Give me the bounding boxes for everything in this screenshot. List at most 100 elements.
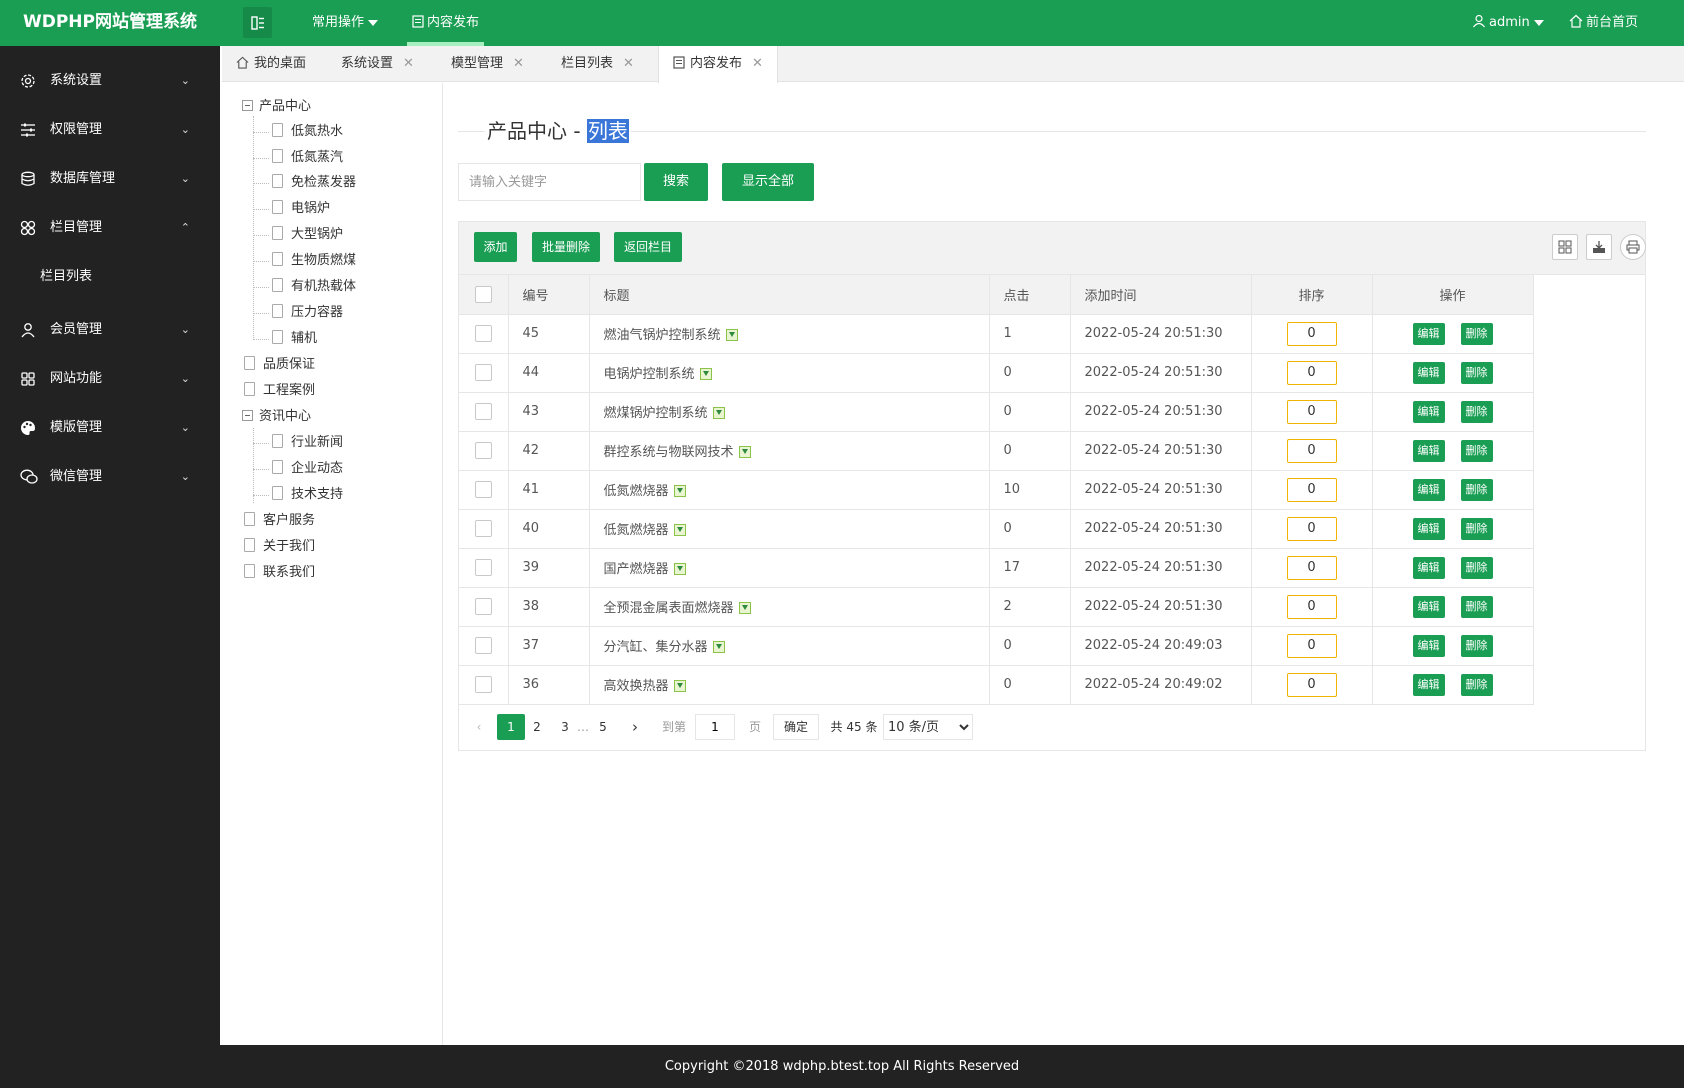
close-icon[interactable]: ✕ <box>623 56 634 71</box>
sort-input[interactable] <box>1286 438 1337 463</box>
tree-node[interactable]: 大型锅炉 <box>272 225 343 245</box>
tab-model-management[interactable]: 模型管理 ✕ <box>451 46 524 82</box>
close-icon[interactable]: ✕ <box>752 56 763 71</box>
sidebar-item-permissions[interactable]: 权限管理 ⌄ <box>0 105 220 154</box>
edit-button[interactable]: 编辑 <box>1412 439 1445 462</box>
edit-button[interactable]: 编辑 <box>1412 595 1445 618</box>
row-checkbox[interactable] <box>474 637 492 654</box>
columns-filter-icon[interactable] <box>1552 234 1578 260</box>
page-2[interactable]: 2 <box>527 714 547 740</box>
sidebar-item-site-functions[interactable]: 网站功能 ⌄ <box>0 354 220 403</box>
sidebar-item-wechat[interactable]: 微信管理 ⌄ <box>0 452 220 501</box>
col-header-title[interactable]: 标题 <box>589 275 990 315</box>
row-checkbox[interactable] <box>474 364 492 381</box>
row-checkbox[interactable] <box>474 403 492 420</box>
sidebar-item-members[interactable]: 会员管理 ⌄ <box>0 305 220 354</box>
search-button[interactable]: 搜索 <box>644 163 708 201</box>
back-to-columns-button[interactable]: 返回栏目 <box>614 232 682 262</box>
collapse-icon[interactable] <box>242 410 253 421</box>
sort-input[interactable] <box>1286 672 1337 697</box>
title-link[interactable]: 群控系统与物联网技术 <box>604 445 734 460</box>
col-header-id[interactable]: 编号 <box>508 275 590 315</box>
delete-button[interactable]: 删除 <box>1460 556 1493 579</box>
sort-input[interactable] <box>1286 477 1337 502</box>
per-page-select[interactable]: 10 条/页 <box>883 714 973 740</box>
delete-button[interactable]: 删除 <box>1460 322 1493 345</box>
edit-button[interactable]: 编辑 <box>1412 322 1445 345</box>
prev-page-icon[interactable]: ‹ <box>469 714 489 740</box>
page-1[interactable]: 1 <box>497 714 525 740</box>
sort-input[interactable] <box>1286 594 1337 619</box>
row-checkbox[interactable] <box>474 325 492 342</box>
title-link[interactable]: 分汽缸、集分水器 <box>604 640 708 655</box>
tree-node[interactable]: 电锅炉 <box>272 199 330 219</box>
col-header-clicks[interactable]: 点击 <box>989 275 1071 315</box>
sort-input[interactable] <box>1286 399 1337 424</box>
title-link[interactable]: 全预混金属表面燃烧器 <box>604 601 734 616</box>
close-icon[interactable]: ✕ <box>403 56 414 71</box>
goto-page-input[interactable] <box>695 714 735 740</box>
edit-button[interactable]: 编辑 <box>1412 400 1445 423</box>
tab-system-settings[interactable]: 系统设置 ✕ <box>341 46 414 82</box>
col-header-time[interactable]: 添加时间 <box>1070 275 1252 315</box>
edit-button[interactable]: 编辑 <box>1412 478 1445 501</box>
sidebar-item-system-settings[interactable]: 系统设置 ⌄ <box>0 56 220 105</box>
row-checkbox[interactable] <box>474 481 492 498</box>
sidebar-item-templates[interactable]: 模版管理 ⌄ <box>0 403 220 452</box>
tree-node[interactable]: 联系我们 <box>244 563 315 583</box>
title-link[interactable]: 国产燃烧器 <box>604 562 669 577</box>
delete-button[interactable]: 删除 <box>1460 595 1493 618</box>
delete-button[interactable]: 删除 <box>1460 439 1493 462</box>
tree-node[interactable]: 客户服务 <box>244 511 315 531</box>
title-link[interactable]: 电锅炉控制系统 <box>604 367 695 382</box>
title-link[interactable]: 高效换热器 <box>604 679 669 694</box>
search-input[interactable] <box>458 163 641 201</box>
delete-button[interactable]: 删除 <box>1460 361 1493 384</box>
col-header-sort[interactable]: 排序 <box>1251 275 1373 315</box>
common-ops-menu[interactable]: 常用操作 <box>312 0 379 46</box>
page-5[interactable]: 5 <box>593 714 613 740</box>
sort-input[interactable] <box>1286 360 1337 385</box>
tree-node[interactable]: 关于我们 <box>244 537 315 557</box>
page-3[interactable]: 3 <box>555 714 575 740</box>
goto-confirm-button[interactable]: 确定 <box>773 714 819 740</box>
delete-button[interactable]: 删除 <box>1460 517 1493 540</box>
delete-button[interactable]: 删除 <box>1460 673 1493 696</box>
sort-input[interactable] <box>1286 321 1337 346</box>
tree-node[interactable]: 技术支持 <box>272 485 343 505</box>
tree-node[interactable]: 压力容器 <box>272 303 343 323</box>
add-button[interactable]: 添加 <box>474 232 517 262</box>
row-checkbox[interactable] <box>474 559 492 576</box>
tree-node[interactable]: 生物质燃煤 <box>272 251 356 271</box>
tree-node[interactable]: 低氮蒸汽 <box>272 148 343 168</box>
delete-button[interactable]: 删除 <box>1460 400 1493 423</box>
delete-button[interactable]: 删除 <box>1460 478 1493 501</box>
sort-input[interactable] <box>1286 555 1337 580</box>
tree-node[interactable]: 品质保证 <box>244 355 315 375</box>
tree-node[interactable]: 行业新闻 <box>272 433 343 453</box>
title-link[interactable]: 低氮燃烧器 <box>604 523 669 538</box>
publish-menu[interactable]: 内容发布 <box>407 0 485 46</box>
tree-node[interactable]: 企业动态 <box>272 459 343 479</box>
batch-delete-button[interactable]: 批量删除 <box>532 232 600 262</box>
edit-button[interactable]: 编辑 <box>1412 556 1445 579</box>
user-menu[interactable]: admin <box>1472 0 1544 46</box>
tree-node-news-center[interactable]: 资讯中心 <box>242 407 311 427</box>
tree-node[interactable]: 辅机 <box>272 329 317 349</box>
tab-my-desktop[interactable]: 我的桌面 <box>236 46 306 82</box>
sidebar-item-columns[interactable]: 栏目管理 ⌃ <box>0 203 220 252</box>
export-icon[interactable] <box>1586 234 1612 260</box>
next-page-icon[interactable]: › <box>625 714 645 740</box>
edit-button[interactable]: 编辑 <box>1412 673 1445 696</box>
close-icon[interactable]: ✕ <box>513 56 524 71</box>
sidebar-subitem-column-list[interactable]: 栏目列表 <box>0 252 220 301</box>
tree-node[interactable]: 工程案例 <box>244 381 315 401</box>
delete-button[interactable]: 删除 <box>1460 634 1493 657</box>
sidebar-item-database[interactable]: 数据库管理 ⌄ <box>0 154 220 203</box>
row-checkbox[interactable] <box>474 520 492 537</box>
tree-node-product-center[interactable]: 产品中心 <box>242 97 311 117</box>
row-checkbox[interactable] <box>474 676 492 693</box>
row-checkbox[interactable] <box>474 442 492 459</box>
tab-content-publish[interactable]: 内容发布 ✕ <box>658 46 778 83</box>
tab-column-list[interactable]: 栏目列表 ✕ <box>561 46 634 82</box>
